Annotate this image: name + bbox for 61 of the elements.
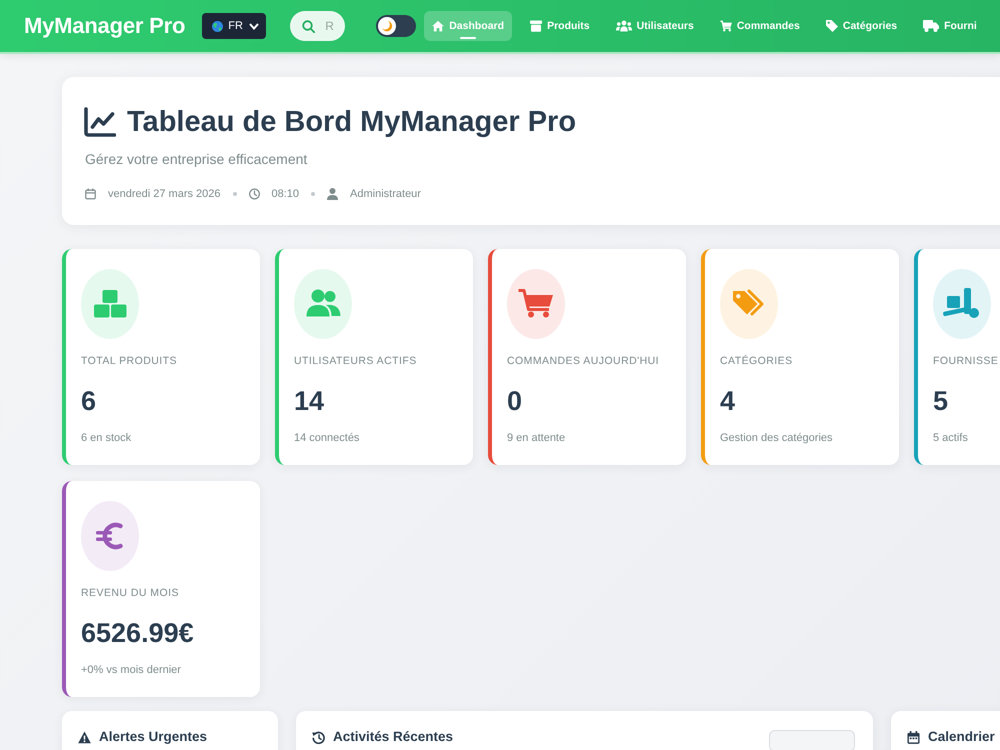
globe-icon [212,20,224,32]
chart-line-icon [84,107,116,137]
stat-value: 6526.99€ [81,617,194,649]
users-icon [294,269,352,339]
cart-icon [720,20,732,32]
dot-icon [232,192,237,196]
time-text: 08:10 [272,188,300,200]
stat-label: CATÉGORIES [720,354,793,368]
calendar-icon [907,730,920,744]
dot-icon [311,192,316,196]
stat-note: +0% vs mois dernier [81,663,181,677]
stat-note: 5 actifs [933,431,968,445]
clock-icon [248,188,260,200]
nav-tab[interactable]: Fourni [915,11,985,41]
panel-title: Calendrier [928,728,995,746]
stat-note: 14 connectés [294,431,360,445]
tags-icon [720,269,778,339]
stat-label: UTILISATEURS ACTIFS [294,354,417,368]
nav-tab[interactable]: Commandes [712,11,808,41]
panel-title: Alertes Urgentes [99,728,208,746]
stat-note: Gestion des catégories [720,431,833,445]
boxes-icon [81,269,139,339]
theme-toggle[interactable] [376,15,416,37]
date-text: vendredi 27 mars 2026 [108,188,221,200]
cart-icon [507,269,565,339]
brand-name[interactable]: MyManager Pro [24,13,186,39]
stat-value: 14 [294,385,324,417]
moon-icon [378,17,396,35]
box-icon [530,20,542,32]
history-icon [312,730,325,744]
stat-label: FOURNISSE [933,354,998,368]
calendar-icon [85,188,96,200]
home-icon [432,20,444,32]
warning-icon [78,730,91,744]
stat-value: 5 [933,385,948,417]
search-icon [302,20,316,33]
euro-icon [81,501,139,571]
hand-truck-icon [933,269,991,339]
caret-icon [248,22,259,30]
stat-note: 9 en attente [507,431,566,445]
search-field[interactable]: R [290,11,346,41]
stat-value: 6 [81,385,96,417]
nav-tab[interactable]: Produits [522,11,598,41]
stat-label: REVENU DU MOIS [81,586,179,600]
stat-note: 6 en stock [81,431,132,445]
tag-icon [826,20,838,32]
language-select[interactable]: FR [202,13,266,39]
users-icon [616,20,632,32]
page-subtitle: Gérez votre entreprise efficacement [85,150,308,169]
user-name: Administrateur [350,188,421,200]
stat-label: TOTAL PRODUITS [81,354,177,368]
nav-tab[interactable]: Utilisateurs [608,11,702,41]
stat-label: COMMANDES AUJOURD'HUI [507,354,660,368]
stat-value: 0 [507,385,522,417]
panel-title: Activités Récentes [333,728,454,746]
page-title: Tableau de Bord MyManager Pro [127,105,576,140]
truck-icon [923,20,940,32]
user-icon [327,188,338,200]
nav-tab[interactable]: Catégories [818,11,906,41]
stat-value: 4 [720,385,736,417]
nav-tab[interactable]: Dashboard [424,11,512,41]
